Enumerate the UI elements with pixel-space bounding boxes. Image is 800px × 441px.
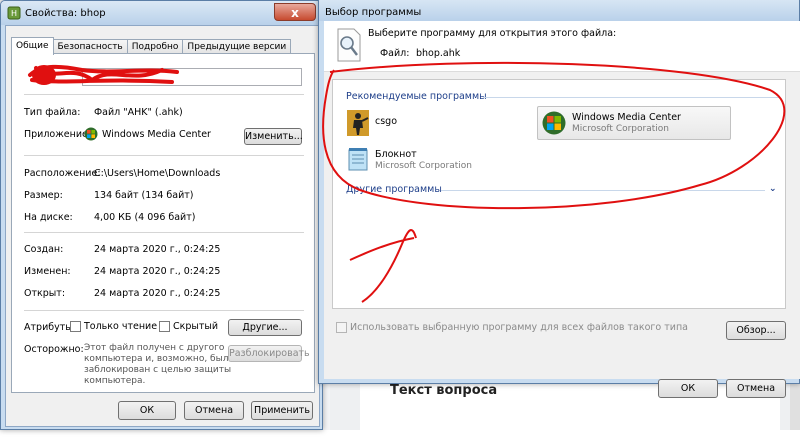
- program-list: Рекомендуемые программы csgo Windows Med…: [332, 79, 786, 309]
- disk-size-label: На диске:: [24, 212, 73, 223]
- file-label: Файл:: [380, 48, 410, 59]
- properties-dialog: H Свойства: bhop x Общие Безопасность По…: [0, 0, 323, 430]
- application-label: Приложение:: [24, 129, 92, 140]
- readonly-checkbox[interactable]: Только чтение: [70, 321, 157, 332]
- open-with-cancel-button[interactable]: Отмена: [726, 379, 786, 398]
- properties-cancel-button[interactable]: Отмена: [184, 401, 244, 420]
- always-use-checkbox-box[interactable]: [336, 322, 347, 333]
- open-with-instruction: Выберите программу для открытия этого фа…: [368, 28, 617, 39]
- caution-text-line-1: Этот файл получен с другого: [84, 343, 225, 353]
- program-name: Windows Media Center: [572, 112, 681, 123]
- other-attributes-button[interactable]: Другие...: [228, 319, 302, 336]
- program-tile-windows-media-center[interactable]: Windows Media Center Microsoft Corporati…: [537, 106, 731, 140]
- location-value: C:\Users\Home\Downloads: [94, 168, 221, 179]
- hidden-label: Скрытый: [173, 321, 219, 332]
- question-heading: Текст вопроса: [390, 383, 498, 398]
- open-with-title: Выбор программы: [325, 6, 422, 18]
- program-name: csgo: [375, 116, 398, 127]
- modified-value: 24 марта 2020 г., 0:24:25: [94, 266, 221, 277]
- open-with-ok-button[interactable]: ОК: [658, 379, 718, 398]
- always-use-label: Использовать выбранную программу для все…: [350, 322, 688, 333]
- general-tab-panel: Тип файла: Файл "AHK" (.ahk) Приложение:…: [11, 53, 315, 393]
- properties-tabs: Общие Безопасность Подробно Предыдущие в…: [11, 37, 292, 55]
- properties-ok-button[interactable]: ОК: [118, 401, 176, 420]
- magnifier-icon: [337, 28, 361, 62]
- readonly-checkbox-box[interactable]: [70, 321, 81, 332]
- open-with-dialog: Выбор программы Выберите программу для о…: [318, 0, 800, 398]
- created-label: Создан:: [24, 244, 64, 255]
- opened-label: Открыт:: [24, 288, 66, 299]
- application-value: Windows Media Center: [102, 129, 211, 140]
- attributes-label: Атрибуты:: [24, 322, 76, 333]
- browse-button[interactable]: Обзор...: [726, 321, 786, 340]
- hidden-checkbox[interactable]: Скрытый: [159, 321, 218, 332]
- always-use-checkbox[interactable]: Использовать выбранную программу для все…: [336, 322, 688, 333]
- created-value: 24 марта 2020 г., 0:24:25: [94, 244, 221, 255]
- file-value: bhop.ahk: [416, 48, 461, 59]
- size-label: Размер:: [24, 190, 63, 201]
- change-button[interactable]: Изменить...: [244, 128, 303, 145]
- disk-size-value: 4,00 КБ (4 096 байт): [94, 212, 196, 223]
- close-icon: x: [291, 6, 299, 20]
- open-with-header: Выберите программу для открытия этого фа…: [324, 21, 800, 72]
- properties-apply-button[interactable]: Применить: [251, 401, 313, 420]
- file-icon: H: [7, 6, 21, 20]
- modified-label: Изменен:: [24, 266, 71, 277]
- hidden-checkbox-box[interactable]: [159, 321, 170, 332]
- open-with-titlebar[interactable]: Выбор программы: [319, 0, 799, 21]
- separator: [24, 310, 304, 311]
- svg-text:H: H: [11, 9, 17, 18]
- caution-text-line-2: компьютера и, возможно, был: [84, 354, 229, 364]
- properties-close-button[interactable]: x: [274, 3, 316, 21]
- notepad-icon: [348, 148, 368, 171]
- open-with-body: Выберите программу для открытия этого фа…: [324, 21, 800, 398]
- file-type-label: Тип файла:: [24, 107, 81, 118]
- file-type-value: Файл "AHK" (.ahk): [94, 107, 183, 118]
- program-name: Блокнот: [375, 149, 417, 160]
- caution-label: Осторожно:: [24, 344, 84, 355]
- program-publisher: Microsoft Corporation: [572, 124, 669, 134]
- opened-value: 24 марта 2020 г., 0:24:25: [94, 288, 221, 299]
- properties-title: Свойства: bhop: [25, 7, 106, 19]
- csgo-icon: [347, 110, 369, 136]
- separator: [24, 155, 304, 156]
- windows-media-center-icon: [542, 111, 566, 135]
- separator: [24, 232, 304, 233]
- location-label: Расположение:: [24, 168, 101, 179]
- group-divider: [483, 97, 779, 98]
- redaction-scribble: [28, 64, 179, 85]
- program-tile-notepad[interactable]: Блокнот Microsoft Corporation: [345, 144, 535, 178]
- caution-text-line-4: компьютера.: [84, 376, 146, 386]
- size-value: 134 байт (134 байт): [94, 190, 194, 201]
- program-publisher: Microsoft Corporation: [375, 161, 472, 171]
- group-divider: [441, 190, 765, 191]
- chevron-down-icon[interactable]: ⌄: [769, 184, 777, 194]
- recommended-programs-header: Рекомендуемые программы: [346, 91, 487, 102]
- unblock-button[interactable]: Разблокировать: [228, 345, 310, 362]
- caution-text-line-3: заблокирован с целью защиты: [84, 365, 232, 375]
- other-programs-header[interactable]: Другие программы: [346, 184, 442, 195]
- windows-media-center-icon: [84, 127, 98, 141]
- readonly-label: Только чтение: [84, 321, 158, 332]
- program-tile-csgo[interactable]: csgo: [345, 106, 535, 140]
- separator: [24, 94, 304, 95]
- tab-general[interactable]: Общие: [11, 37, 54, 55]
